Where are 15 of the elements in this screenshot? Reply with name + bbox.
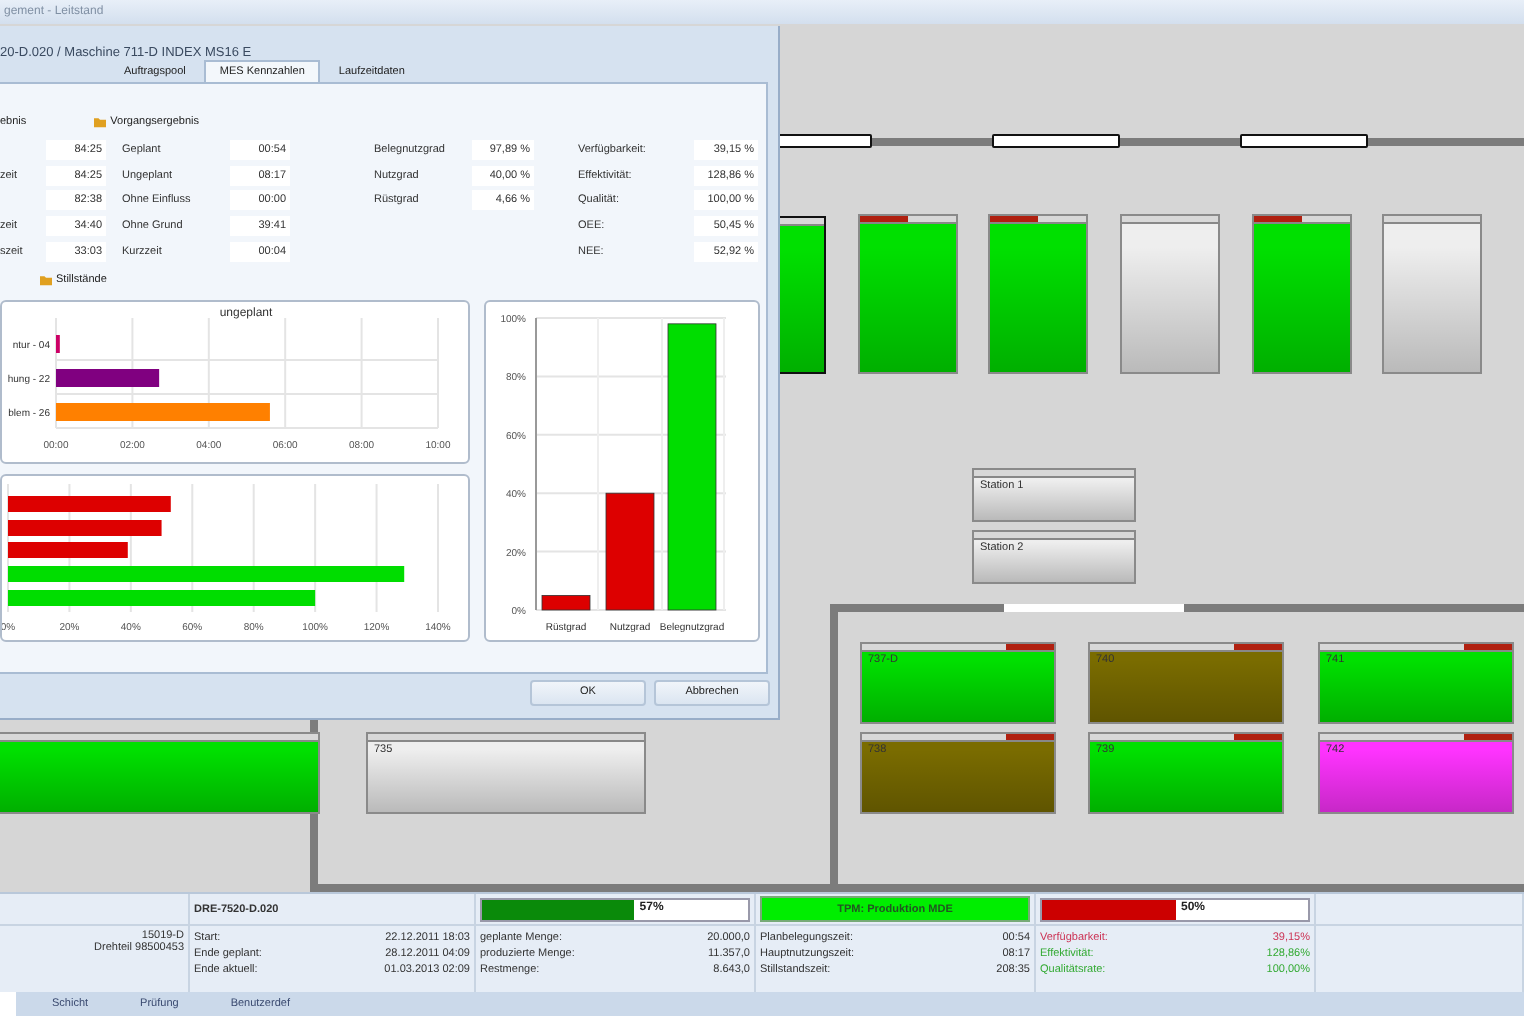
machine-tile[interactable] — [1252, 213, 1352, 374]
bar — [541, 594, 591, 611]
bar — [56, 368, 160, 387]
bar — [8, 541, 128, 558]
machine-tile[interactable] — [858, 213, 958, 374]
folder-icon — [94, 115, 107, 128]
folder-icon — [40, 274, 52, 287]
machine-tile[interactable] — [988, 213, 1088, 374]
bar — [605, 492, 655, 611]
machine-tile[interactable] — [1382, 213, 1482, 374]
doorway — [1240, 133, 1368, 148]
doorway — [776, 133, 872, 148]
machine-tile[interactable] — [0, 731, 320, 814]
machine-tile[interactable] — [1120, 213, 1220, 374]
doorway — [992, 133, 1120, 148]
